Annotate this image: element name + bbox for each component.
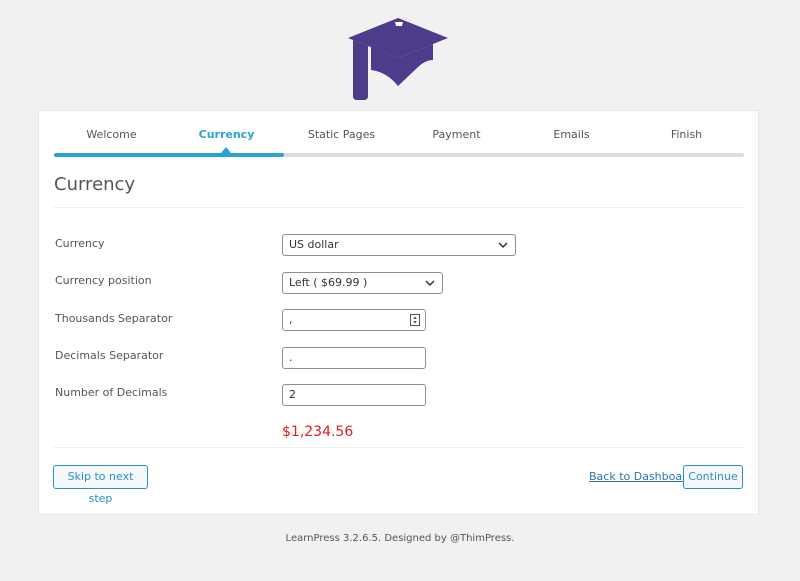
graduation-cap-icon xyxy=(348,18,448,100)
back-to-dashboard-link[interactable]: Back to Dashboard xyxy=(589,470,693,483)
footer-credit: LearnPress 3.2.6.5. Designed by @ThimPre… xyxy=(285,533,515,544)
step-label: Finish xyxy=(670,128,703,141)
step-welcome[interactable]: Welcome xyxy=(54,111,169,153)
thousands-separator-label: Thousands Separator xyxy=(55,312,173,325)
number-of-decimals-input[interactable]: 2 xyxy=(282,384,426,406)
decimals-separator-input[interactable]: . xyxy=(282,347,426,369)
currency-select-value: US dollar xyxy=(289,238,339,251)
page-title: Currency xyxy=(54,174,136,195)
continue-button[interactable]: Continue xyxy=(683,465,743,489)
currency-position-value: Left ( $69.99 ) xyxy=(289,276,368,289)
step-label: Payment xyxy=(432,128,481,141)
decimals-separator-value: . xyxy=(289,351,293,364)
currency-position-label: Currency position xyxy=(55,274,152,287)
number-of-decimals-value: 2 xyxy=(289,388,296,401)
currency-select[interactable]: US dollar xyxy=(282,234,516,256)
step-currency[interactable]: Currency xyxy=(169,111,284,153)
wizard-steps: Welcome Currency Static Pages Payment Em… xyxy=(54,111,744,157)
thousands-separator-value: , xyxy=(289,313,293,326)
title-divider xyxy=(54,207,744,208)
currency-label: Currency xyxy=(55,237,105,250)
step-label: Emails xyxy=(553,128,590,141)
spinner-icon[interactable] xyxy=(410,314,420,326)
actions-divider xyxy=(54,447,744,448)
step-label: Currency xyxy=(198,128,255,141)
step-label: Static Pages xyxy=(307,128,376,141)
step-static-pages[interactable]: Static Pages xyxy=(284,111,399,153)
step-label: Welcome xyxy=(86,128,137,141)
chevron-down-icon xyxy=(425,280,435,287)
step-payment[interactable]: Payment xyxy=(399,111,514,153)
number-of-decimals-label: Number of Decimals xyxy=(55,386,168,399)
step-finish[interactable]: Finish xyxy=(629,111,744,153)
thousands-separator-input[interactable]: , xyxy=(282,309,426,331)
wizard-progress-bar xyxy=(54,153,744,157)
wizard-progress-fill xyxy=(54,153,284,157)
price-format-preview: $1,234.56 xyxy=(282,424,354,440)
decimals-separator-label: Decimals Separator xyxy=(55,349,164,362)
step-emails[interactable]: Emails xyxy=(514,111,629,153)
chevron-down-icon xyxy=(498,242,508,249)
skip-step-button[interactable]: Skip to next step xyxy=(53,465,148,505)
setup-wizard-card: Welcome Currency Static Pages Payment Em… xyxy=(38,110,759,515)
currency-position-select[interactable]: Left ( $69.99 ) xyxy=(282,272,443,294)
